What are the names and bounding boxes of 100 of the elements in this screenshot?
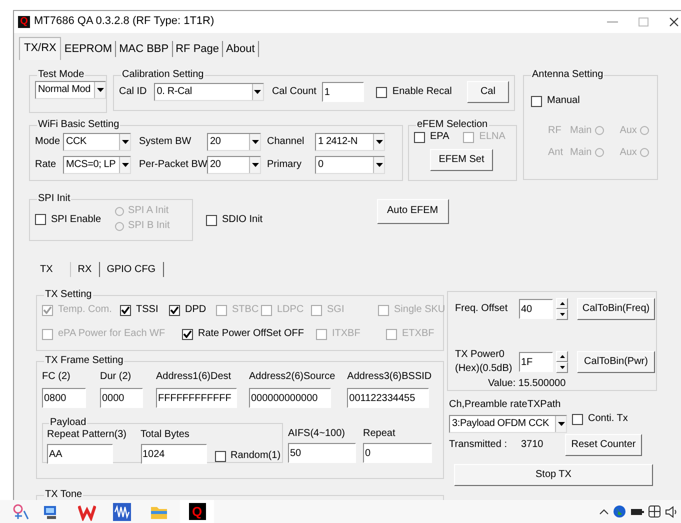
- dropdown-arrow-icon: [376, 140, 382, 144]
- down-arrow-icon: [560, 366, 564, 369]
- efem-set-button[interactable]: EFEM Set: [430, 149, 493, 171]
- tab[interactable]: About: [223, 41, 259, 57]
- checkbox[interactable]: [206, 214, 217, 226]
- dropdown[interactable]: Normal Mod: [35, 81, 106, 99]
- chevron-up-icon[interactable]: [599, 508, 609, 515]
- dropdown[interactable]: 0: [315, 156, 385, 174]
- input-field[interactable]: 1024: [140, 444, 206, 464]
- reset-counter-button[interactable]: Reset Counter: [565, 434, 642, 456]
- checkbox[interactable]: [120, 304, 131, 316]
- battery-icon[interactable]: [630, 506, 644, 516]
- counter-value: 3710: [521, 439, 544, 451]
- input-field[interactable]: 1F: [519, 352, 553, 372]
- input-field[interactable]: FFFFFFFFFFFF: [156, 388, 237, 408]
- tab[interactable]: GPIO CFG: [100, 262, 164, 276]
- field-label: Value: 15.500000: [488, 378, 567, 390]
- dropdown[interactable]: 20: [207, 156, 261, 174]
- checkbox-label: ITXBF: [332, 328, 360, 340]
- checkbox[interactable]: [531, 96, 542, 106]
- field-label: Repeat Pattern(3): [47, 429, 126, 441]
- input-field[interactable]: AA: [47, 444, 113, 464]
- cal-button[interactable]: Cal: [466, 81, 509, 103]
- app-icon: Q: [18, 16, 30, 28]
- group-title: Payload: [49, 417, 88, 429]
- dropdown-arrow-icon: [122, 140, 128, 144]
- tab[interactable]: TX/RX: [19, 37, 62, 60]
- window-title: MT7686 QA 0.3.2.8 (RF Type: 1T1R): [34, 15, 214, 29]
- dropdown[interactable]: CCK: [63, 133, 131, 151]
- checkbox[interactable]: [169, 304, 180, 316]
- cal-to-bin-button[interactable]: CalToBin(Pwr): [577, 351, 655, 373]
- cal-to-bin-button[interactable]: CalToBin(Freq): [577, 298, 655, 320]
- group-title: WiFi Basic Setting: [37, 119, 120, 131]
- checkbox-label: Temp. Com.: [58, 304, 112, 316]
- group-title: TX Frame Setting: [44, 355, 124, 367]
- waveform-icon[interactable]: [113, 502, 131, 520]
- input-field[interactable]: 0: [363, 443, 432, 463]
- speaker-icon[interactable]: [665, 506, 677, 518]
- checkbox[interactable]: [182, 328, 193, 340]
- input-field[interactable]: 0000: [100, 388, 143, 408]
- dropdown[interactable]: MCS=0; LP: [63, 156, 131, 174]
- checkbox[interactable]: [35, 214, 46, 225]
- checkbox[interactable]: [414, 132, 425, 142]
- checkbox-label: STBC: [232, 304, 259, 316]
- checkbox-label: TSSI: [136, 304, 158, 316]
- dropdown[interactable]: 1 2412-N: [315, 133, 385, 151]
- spin-down-button[interactable]: [556, 362, 568, 373]
- checkbox-label: LDPC: [277, 304, 304, 316]
- group-title: Calibration Setting: [121, 69, 205, 81]
- network-icon[interactable]: [648, 505, 661, 518]
- dropdown[interactable]: 3:Payload OFDM CCK: [449, 415, 567, 433]
- tab[interactable]: TX: [33, 262, 71, 276]
- input-field[interactable]: 0800: [42, 388, 86, 408]
- up-arrow-icon: [560, 355, 564, 358]
- checkbox-label: Random(1): [230, 450, 281, 462]
- input-field[interactable]: 1: [322, 82, 364, 102]
- close-icon[interactable]: [669, 17, 679, 27]
- spin-up-button[interactable]: [556, 351, 568, 362]
- spin-up-button[interactable]: [556, 298, 568, 309]
- field-label: Primary: [266, 159, 302, 171]
- field-label: Channel: [266, 136, 306, 148]
- input-field[interactable]: 000000000000: [249, 388, 331, 408]
- stop-tx-button[interactable]: Stop TX: [454, 464, 653, 486]
- checkbox-label: ELNA: [479, 131, 506, 143]
- dropdown-arrow-icon: [122, 163, 128, 167]
- checkbox-label: EPA: [430, 131, 450, 143]
- group-title: Test Mode: [37, 69, 86, 81]
- field-label: FC (2): [42, 371, 72, 383]
- field-label: Per-Packet BW: [138, 159, 207, 171]
- taskbar-app-button[interactable]: Q: [180, 500, 214, 523]
- spin-down-button[interactable]: [556, 309, 568, 320]
- field-label: Total Bytes: [140, 429, 190, 441]
- field-label: TX Power0 (Hex)(0.5dB): [455, 348, 514, 376]
- tab[interactable]: MAC BBP: [116, 41, 173, 57]
- input-field[interactable]: 40: [519, 299, 553, 319]
- checkbox-label: DPD: [185, 304, 206, 316]
- dropdown-arrow-icon: [96, 88, 104, 92]
- auto-efem-button[interactable]: Auto EFEM: [376, 198, 449, 224]
- radio-label: Aux: [620, 146, 637, 158]
- dropdown[interactable]: 0. R-Cal: [154, 83, 264, 101]
- app-icon[interactable]: [12, 502, 30, 520]
- globe-icon[interactable]: [613, 505, 626, 518]
- tab[interactable]: RX: [70, 262, 100, 276]
- input-field[interactable]: 001122334455: [347, 388, 430, 408]
- up-arrow-icon: [560, 302, 564, 305]
- dropdown[interactable]: 20: [207, 133, 261, 151]
- checkbox[interactable]: [572, 414, 583, 424]
- checkbox[interactable]: [376, 86, 388, 98]
- field-label: Transmitted :: [449, 439, 508, 451]
- group-title: SPI Init: [37, 193, 72, 205]
- tab[interactable]: EEPROM: [61, 41, 116, 57]
- checkbox-label: SDIO Init: [222, 214, 263, 226]
- tab[interactable]: RF Page: [172, 41, 224, 57]
- checkbox[interactable]: [214, 450, 226, 462]
- input-field[interactable]: 50: [288, 443, 356, 463]
- group-title: eFEM Selection: [416, 119, 489, 131]
- checkbox-label: Conti. Tx: [588, 413, 628, 425]
- radio-label: Aux: [620, 124, 637, 136]
- checkbox-label: Enable Recal: [392, 86, 452, 98]
- dropdown-arrow-icon: [254, 90, 262, 94]
